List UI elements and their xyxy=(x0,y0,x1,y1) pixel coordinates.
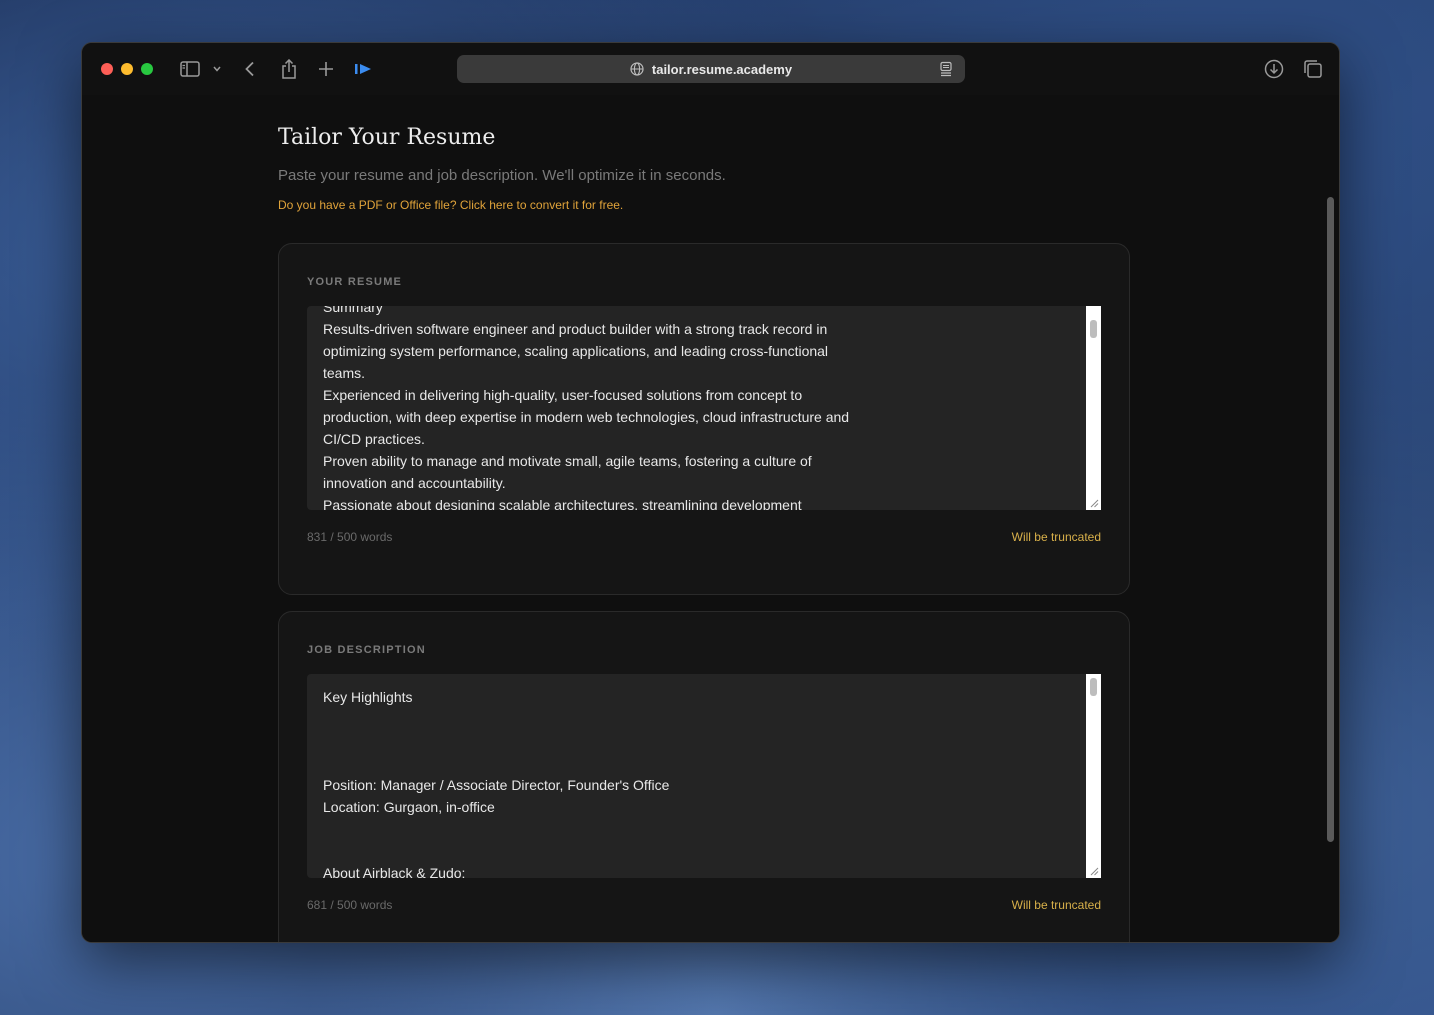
text-line xyxy=(323,818,906,840)
resume-card: YOUR RESUME Summary Results-driven softwa… xyxy=(278,243,1130,595)
url-text: tailor.resume.academy xyxy=(651,61,793,77)
page-content: Tailor Your Resume Paste your resume and… xyxy=(82,95,1339,942)
text-line: CI/CD practices. xyxy=(323,431,425,447)
download-icon[interactable] xyxy=(1263,58,1285,80)
browser-window: tailor.resume.academy Tailor Your Resume… xyxy=(81,42,1340,943)
resume-text: Summary Results-driven software engineer … xyxy=(323,306,906,510)
resume-truncation-warning: Will be truncated xyxy=(1011,530,1101,544)
resume-word-count: 831 / 500 words xyxy=(307,530,393,544)
zoom-window-button[interactable] xyxy=(141,63,153,75)
page-scroll-thumb[interactable] xyxy=(1327,197,1334,842)
resize-grip-icon[interactable] xyxy=(1090,499,1099,508)
job-description-text: Key Highlights Position: Manager / Associ… xyxy=(323,686,906,878)
back-icon[interactable] xyxy=(242,58,258,80)
text-line xyxy=(323,752,906,774)
text-line: Results-driven software engineer and pro… xyxy=(323,321,828,337)
job-description-label: JOB DESCRIPTION xyxy=(307,644,426,656)
job-word-count: 681 / 500 words xyxy=(307,898,393,912)
page-scrollbar[interactable] xyxy=(1325,95,1335,942)
text-line: innovation and accountability. xyxy=(323,475,506,491)
text-line: Location: Gurgaon, in-office xyxy=(323,799,495,815)
text-line: Summary xyxy=(323,306,383,315)
resume-textarea[interactable]: Summary Results-driven software engineer … xyxy=(307,306,1101,510)
tabs-overview-icon[interactable] xyxy=(1302,58,1324,80)
extension-icon[interactable] xyxy=(354,58,374,80)
text-line xyxy=(323,840,906,862)
text-line xyxy=(323,708,906,730)
text-line: teams. xyxy=(323,365,366,381)
address-bar[interactable]: tailor.resume.academy xyxy=(457,55,965,83)
text-line: optimizing system performance, scaling a… xyxy=(323,343,829,359)
scroll-thumb[interactable] xyxy=(1090,320,1097,338)
share-icon[interactable] xyxy=(280,58,298,80)
text-line: Key Highlights xyxy=(323,689,413,705)
convert-file-link[interactable]: Do you have a PDF or Office file? Click … xyxy=(278,198,623,212)
close-window-button[interactable] xyxy=(101,63,113,75)
text-line: About Airblack & Zudo: xyxy=(323,865,466,878)
globe-icon xyxy=(630,62,644,76)
minimize-window-button[interactable] xyxy=(121,63,133,75)
browser-toolbar: tailor.resume.academy xyxy=(82,43,1339,95)
text-line: Position: Manager / Associate Director, … xyxy=(323,777,670,793)
resume-textarea-scrollbar[interactable] xyxy=(1086,306,1101,510)
text-line xyxy=(323,730,906,752)
text-line: Experienced in delivering high-quality, … xyxy=(323,387,803,403)
sidebar-icon[interactable] xyxy=(179,58,201,80)
job-description-textarea[interactable]: Key Highlights Position: Manager / Associ… xyxy=(307,674,1101,878)
job-textarea-scrollbar[interactable] xyxy=(1086,674,1101,878)
text-line: production, with deep expertise in moder… xyxy=(323,409,850,425)
resize-grip-icon[interactable] xyxy=(1090,867,1099,876)
text-line: Proven ability to manage and motivate sm… xyxy=(323,453,812,469)
reader-icon[interactable] xyxy=(939,61,953,77)
page-title: Tailor Your Resume xyxy=(278,125,496,150)
resume-label: YOUR RESUME xyxy=(307,276,403,288)
job-description-card: JOB DESCRIPTION Key Highlights Position: … xyxy=(278,611,1130,942)
chevron-down-icon[interactable] xyxy=(210,58,224,80)
new-tab-icon[interactable] xyxy=(317,58,335,80)
text-line: Passionate about designing scalable arch… xyxy=(323,497,802,510)
scroll-thumb[interactable] xyxy=(1090,678,1097,696)
page-subtitle: Paste your resume and job description. W… xyxy=(278,167,726,184)
job-truncation-warning: Will be truncated xyxy=(1011,898,1101,912)
